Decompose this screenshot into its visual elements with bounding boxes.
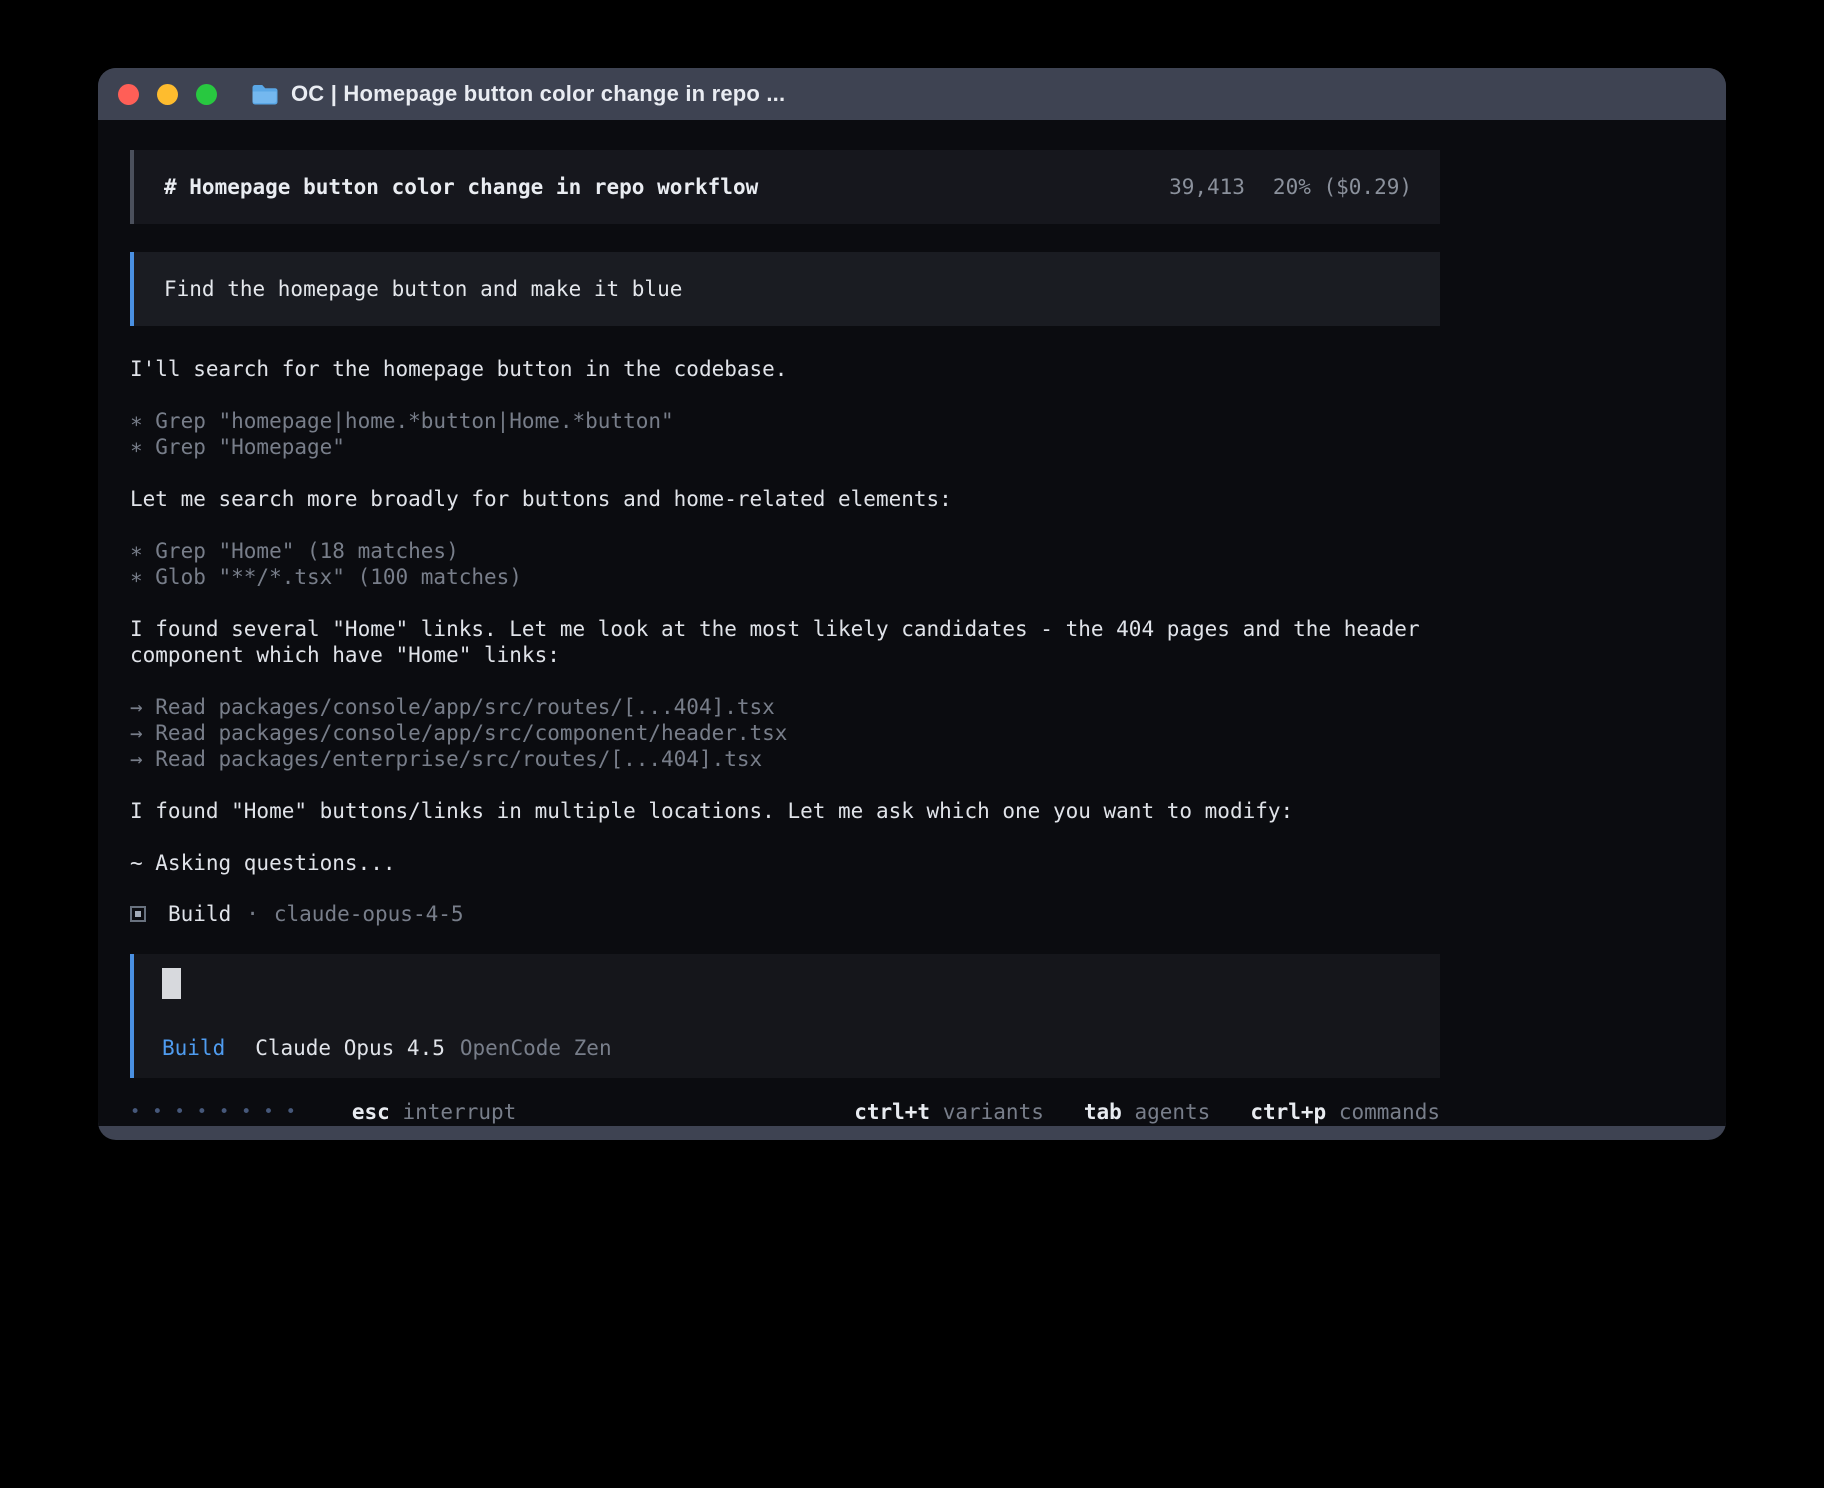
terminal-content: # Homepage button color change in repo w… <box>98 120 1726 1126</box>
agent-working-icon <box>130 906 146 922</box>
conversation-line <box>130 590 1440 616</box>
session-header: # Homepage button color change in repo w… <box>130 150 1440 224</box>
zoom-button[interactable] <box>196 84 217 105</box>
shortcut-group: ctrl+t variants tab agents ctrl+p comman… <box>854 1100 1440 1124</box>
shortcut-commands[interactable]: ctrl+p commands <box>1250 1100 1440 1124</box>
user-message-text: Find the homepage button and make it blu… <box>164 277 682 301</box>
conversation-line: ∗ Glob "**/*.tsx" (100 matches) <box>130 564 1440 590</box>
window-titlebar: OC | Homepage button color change in rep… <box>98 68 1726 120</box>
mode-label[interactable]: Build <box>162 1036 225 1060</box>
context-usage: 20% ($0.29) <box>1273 175 1412 199</box>
agent-name: Build <box>168 902 231 926</box>
text-cursor <box>162 968 181 999</box>
input-meta: Build Claude Opus 4.5 OpenCode Zen <box>162 1036 1412 1060</box>
conversation-line: ∗ Grep "Home" (18 matches) <box>130 538 1440 564</box>
window-title: OC | Homepage button color change in rep… <box>291 81 785 107</box>
conversation-line: ∗ Grep "homepage|home.*button|Home.*butt… <box>130 408 1440 434</box>
terminal-window: OC | Homepage button color change in rep… <box>98 68 1726 1140</box>
session-title: # Homepage button color change in repo w… <box>164 175 758 199</box>
conversation-line <box>130 668 1440 694</box>
shortcut-agents[interactable]: tab agents <box>1084 1100 1210 1124</box>
shortcut-interrupt[interactable]: esc interrupt <box>352 1100 516 1124</box>
minimize-button[interactable] <box>157 84 178 105</box>
conversation-line <box>130 382 1440 408</box>
traffic-lights <box>118 84 217 105</box>
conversation: I'll search for the homepage button in t… <box>130 356 1440 876</box>
esc-key: esc <box>352 1100 390 1124</box>
shortcut-variants[interactable]: ctrl+t variants <box>854 1100 1044 1124</box>
provider-label: OpenCode Zen <box>460 1036 612 1060</box>
conversation-line: ∗ Grep "Homepage" <box>130 434 1440 460</box>
close-button[interactable] <box>118 84 139 105</box>
conversation-line <box>130 460 1440 486</box>
prompt-input[interactable]: Build Claude Opus 4.5 OpenCode Zen <box>130 954 1440 1078</box>
model-label[interactable]: Claude Opus 4.5 <box>255 1036 445 1060</box>
conversation-line: → Read packages/console/app/src/componen… <box>130 720 1440 746</box>
user-message: Find the homepage button and make it blu… <box>130 252 1440 326</box>
conversation-line <box>130 512 1440 538</box>
agent-status: Build · claude-opus-4-5 <box>130 902 1726 926</box>
conversation-line: ~ Asking questions... <box>130 850 1440 876</box>
conversation-line: Let me search more broadly for buttons a… <box>130 486 1440 512</box>
conversation-line: I found several "Home" links. Let me loo… <box>130 616 1440 668</box>
conversation-line: → Read packages/console/app/src/routes/[… <box>130 694 1440 720</box>
folder-icon <box>251 83 278 105</box>
agent-separator: · <box>246 902 259 926</box>
conversation-line: → Read packages/enterprise/src/routes/[.… <box>130 746 1440 772</box>
session-stats: 39,413 20% ($0.29) <box>1169 175 1412 199</box>
statusbar: •••••••• esc interrupt ctrl+t variants t… <box>130 1100 1440 1124</box>
title-group: OC | Homepage button color change in rep… <box>251 81 785 107</box>
agent-model: claude-opus-4-5 <box>274 902 464 926</box>
progress-dots: •••••••• <box>130 1102 308 1122</box>
conversation-line: I found "Home" buttons/links in multiple… <box>130 798 1440 824</box>
conversation-line <box>130 824 1440 850</box>
conversation-line <box>130 772 1440 798</box>
conversation-line: I'll search for the homepage button in t… <box>130 356 1440 382</box>
token-count: 39,413 <box>1169 175 1245 199</box>
